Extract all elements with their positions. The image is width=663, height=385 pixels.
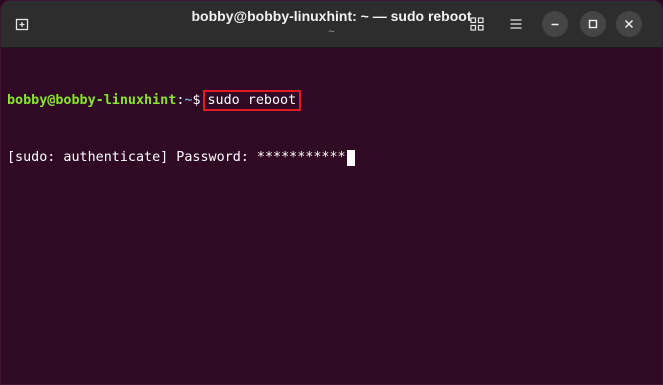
view-tabs-button[interactable] <box>466 13 488 35</box>
title-bar[interactable]: bobby@bobby-linuxhint: ~ — sudo reboot ~ <box>1 1 662 48</box>
minimize-icon <box>551 23 559 26</box>
highlighted-command: sudo reboot <box>202 90 302 111</box>
prompt-user-host: bobby@bobby-linuxhint <box>7 93 177 108</box>
terminal-window: bobby@bobby-linuxhint: ~ — sudo reboot ~ <box>0 0 663 385</box>
close-icon <box>625 20 633 28</box>
hamburger-menu-icon <box>510 19 522 29</box>
prompt-path: ~ <box>184 93 193 108</box>
password-prompt: [sudo: authenticate] Password: <box>7 150 257 165</box>
password-mask: *********** <box>256 150 346 165</box>
prompt-symbol: $ <box>192 93 201 108</box>
text-cursor <box>346 149 355 166</box>
terminal-area[interactable]: bobby@bobby-linuxhint: ~ $ sudo reboot [sud… <box>1 48 662 384</box>
password-line: [sudo: authenticate] Password: *********… <box>7 148 662 167</box>
prompt-line: bobby@bobby-linuxhint: ~ $ sudo reboot <box>7 90 662 111</box>
menu-button[interactable] <box>505 13 527 35</box>
maximize-icon <box>588 19 598 29</box>
minimize-button[interactable] <box>542 11 568 37</box>
maximize-button[interactable] <box>580 11 606 37</box>
prompt-separator: : <box>176 93 185 108</box>
grid-icon <box>470 17 484 31</box>
close-button[interactable] <box>616 11 642 37</box>
